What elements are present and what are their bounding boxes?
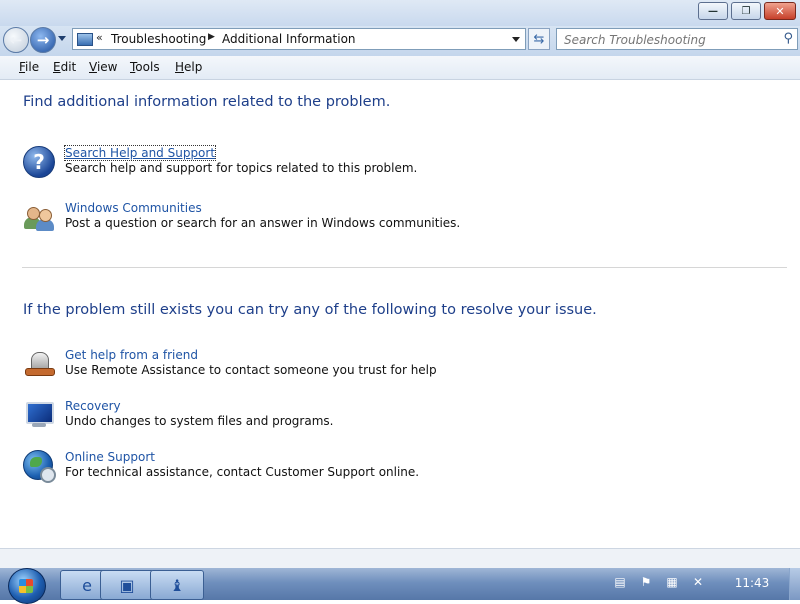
- taskbar: e ▣ ♝ ▤ ⚑ ▦ ✕ 11:43: [0, 568, 800, 604]
- forward-button[interactable]: →: [30, 27, 56, 53]
- address-dropdown-icon[interactable]: [512, 37, 520, 42]
- globe-icon: [23, 450, 56, 483]
- breadcrumb-separator-icon[interactable]: ▶: [208, 32, 215, 42]
- people-icon: [23, 201, 55, 233]
- section-heading-resolve-issue: If the problem still exists you can try …: [23, 302, 597, 318]
- content-pane: Find additional information related to t…: [0, 80, 800, 548]
- action-center-icon[interactable]: ⚑: [638, 574, 654, 590]
- start-button[interactable]: [8, 568, 46, 604]
- network-icon[interactable]: ▦: [664, 574, 680, 590]
- section-heading-additional-info: Find additional information related to t…: [23, 94, 391, 110]
- restore-button[interactable]: ❐: [731, 2, 761, 20]
- list-item-online-support[interactable]: Online Support For technical assistance,…: [23, 450, 623, 486]
- back-arrow-icon: ←: [9, 31, 23, 49]
- windows-communities-description: Post a question or search for an answer …: [65, 216, 461, 230]
- refresh-icon: ⇆: [533, 31, 545, 47]
- window-bottom-edge: [0, 548, 800, 569]
- list-item-help-from-friend[interactable]: Get help from a friend Use Remote Assist…: [23, 348, 623, 384]
- breadcrumb-additional-information[interactable]: Additional Information: [222, 32, 356, 46]
- refresh-button[interactable]: ⇆: [528, 28, 550, 50]
- title-bar: — ❐ ✕: [0, 0, 800, 26]
- minimize-button[interactable]: —: [698, 2, 728, 20]
- section-divider: [22, 267, 787, 268]
- notes-icon[interactable]: ▤: [612, 574, 628, 590]
- search-input[interactable]: [562, 31, 776, 48]
- control-panel-icon: ▣: [119, 575, 135, 595]
- taskbar-control-panel[interactable]: ▣: [100, 570, 154, 600]
- search-box[interactable]: ⚲: [556, 28, 798, 50]
- address-bar[interactable]: « Troubleshooting ▶ Additional Informati…: [72, 28, 526, 50]
- menu-edit[interactable]: Edit: [53, 60, 76, 74]
- breadcrumb-overflow-icon[interactable]: «: [96, 31, 103, 44]
- list-item-recovery[interactable]: Recovery Undo changes to system files an…: [23, 399, 623, 435]
- help-from-friend-description: Use Remote Assistance to contact someone…: [65, 363, 437, 377]
- window-controls: — ❐ ✕: [695, 2, 796, 20]
- menu-file[interactable]: File: [19, 60, 39, 74]
- search-icon[interactable]: ⚲: [783, 31, 793, 46]
- navigation-bar: ← → « Troubleshooting ▶ Additional Infor…: [0, 26, 800, 56]
- windows-logo-icon: [19, 579, 33, 593]
- clock[interactable]: 11:43: [725, 576, 779, 590]
- online-support-description: For technical assistance, contact Custom…: [65, 465, 420, 479]
- show-desktop-button[interactable]: [789, 568, 800, 600]
- recovery-description: Undo changes to system files and program…: [65, 414, 334, 428]
- taskbar-troubleshooting[interactable]: ♝: [150, 570, 204, 600]
- troubleshooting-icon: ♝: [169, 575, 185, 595]
- close-button[interactable]: ✕: [764, 2, 796, 20]
- volume-muted-icon[interactable]: ✕: [690, 574, 706, 590]
- control-panel-icon: [77, 33, 93, 46]
- menu-view[interactable]: View: [89, 60, 117, 74]
- restore-icon: ❐: [741, 5, 751, 17]
- forward-arrow-icon: →: [36, 31, 50, 49]
- list-item-windows-communities[interactable]: Windows Communities Post a question or s…: [23, 201, 623, 237]
- search-help-description: Search help and support for topics relat…: [65, 161, 418, 175]
- breadcrumb-troubleshooting[interactable]: Troubleshooting: [111, 32, 206, 46]
- menu-bar: File Edit View Tools Help: [0, 56, 800, 80]
- online-support-link[interactable]: Online Support: [65, 450, 155, 464]
- recovery-link[interactable]: Recovery: [65, 399, 121, 413]
- windows-communities-link[interactable]: Windows Communities: [65, 201, 202, 215]
- recovery-icon: [23, 399, 55, 431]
- system-tray: ▤ ⚑ ▦ ✕: [612, 574, 716, 590]
- help-icon: ?: [23, 146, 55, 178]
- recent-pages-dropdown[interactable]: [58, 36, 66, 41]
- list-item-search-help[interactable]: ? Search Help and Support Search help an…: [23, 145, 623, 182]
- menu-tools[interactable]: Tools: [130, 60, 160, 74]
- search-help-link[interactable]: Search Help and Support: [63, 145, 217, 161]
- help-from-friend-link[interactable]: Get help from a friend: [65, 348, 198, 362]
- menu-help[interactable]: Help: [175, 60, 202, 74]
- back-button[interactable]: ←: [3, 27, 29, 53]
- minimize-icon: —: [708, 5, 718, 17]
- close-icon: ✕: [775, 4, 785, 18]
- internet-explorer-icon: e: [82, 575, 92, 595]
- remote-assistance-icon: [23, 348, 55, 380]
